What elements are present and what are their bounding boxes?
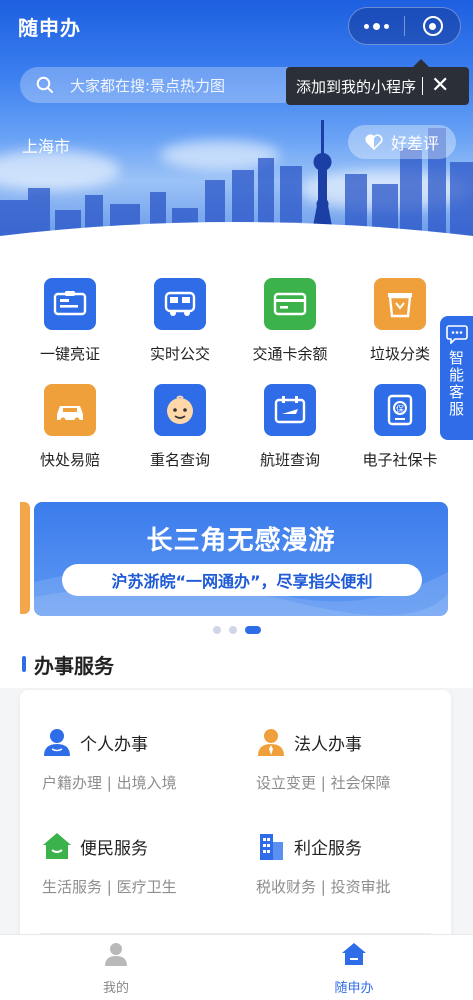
grid-label: 电子社保卡: [362, 451, 438, 469]
tab-label: 我的: [102, 981, 129, 996]
search-icon: [36, 76, 53, 93]
city-label: 上海市: [22, 137, 71, 156]
grid-item-flight[interactable]: 航班查询: [235, 384, 345, 470]
trash-bin-icon: [374, 278, 426, 330]
id-card-icon: [44, 278, 96, 330]
banner-subtitle: 沪苏浙皖“一网通办”，尽享指尖便利: [62, 564, 422, 596]
service-personal[interactable]: 个人办事 户籍办理 | 出境入境: [42, 726, 242, 793]
more-dots-icon[interactable]: [349, 22, 404, 30]
service-legal-person[interactable]: 法人办事 设立变更 | 社会保障: [256, 726, 456, 793]
section-header: 办事服务: [0, 644, 473, 688]
promo-carousel: 长三角无感漫游 沪苏浙皖“一网通办”，尽享指尖便利: [0, 484, 473, 644]
tooltip-divider: [422, 77, 424, 95]
carousel-prev-slide[interactable]: [20, 502, 30, 614]
target-circle-icon[interactable]: [405, 16, 460, 36]
flight-calendar-icon: [264, 384, 316, 436]
grid-label: 交通卡余额: [252, 345, 328, 363]
quick-services-grid: 一键亮证 实时公交 交通卡余额 垃圾分类 快处易赔 重名查询 航班查询 保 电子…: [0, 252, 473, 484]
rating-button[interactable]: 好差评: [348, 125, 456, 159]
bottom-tab-bar: 我的 随申办: [0, 934, 473, 1000]
home-smile-icon: [43, 833, 71, 859]
carousel-dot-active[interactable]: [244, 626, 261, 634]
grid-item-name-query[interactable]: 重名查询: [125, 384, 235, 470]
banner-title: 长三角无感漫游: [146, 526, 336, 556]
grid-label: 航班查询: [259, 451, 320, 469]
service-name: 利企服务: [294, 838, 362, 859]
service-enterprise[interactable]: 利企服务 税收财务 | 投资审批: [256, 830, 456, 897]
tab-home[interactable]: 随申办: [294, 941, 414, 996]
add-to-mini-program-tooltip: 添加到我的小程序 ✕: [286, 59, 469, 105]
grid-item-garbage[interactable]: 垃圾分类: [345, 278, 455, 364]
service-sub: 生活服务 | 医疗卫生: [42, 878, 177, 896]
svg-text:保: 保: [396, 404, 404, 414]
grid-item-social-security[interactable]: 保 电子社保卡: [345, 384, 455, 470]
service-name: 便民服务: [80, 838, 148, 859]
service-categories-card: 个人办事 户籍办理 | 出境入境 法人办事 设立变更 | 社会保障 便民服务 生…: [20, 690, 451, 946]
search-bar[interactable]: 大家都在搜:景点热力图: [20, 67, 320, 103]
tab-label: 随申办: [334, 981, 374, 996]
grid-label: 一键亮证: [39, 345, 100, 363]
grid-item-accident[interactable]: 快处易赔: [15, 384, 125, 470]
baby-face-icon: [154, 384, 206, 436]
bus-icon: [154, 278, 206, 330]
social-security-card-icon: 保: [374, 384, 426, 436]
close-icon[interactable]: ✕: [431, 75, 449, 97]
hero-wave: [0, 222, 473, 252]
home-icon: [342, 943, 366, 965]
grid-item-id-card[interactable]: 一键亮证: [15, 278, 125, 364]
section-accent-bar: [22, 656, 26, 672]
service-sub: 户籍办理 | 出境入境: [42, 774, 177, 792]
grid-label: 重名查询: [149, 451, 210, 469]
grid-label: 快处易赔: [39, 451, 100, 469]
grid-item-transit-card[interactable]: 交通卡余额: [235, 278, 345, 364]
tooltip-text: 添加到我的小程序: [296, 77, 417, 96]
service-name: 个人办事: [80, 734, 148, 755]
user-icon: [105, 943, 127, 966]
carousel-slide[interactable]: 长三角无感漫游 沪苏浙皖“一网通办”，尽享指尖便利: [34, 502, 448, 616]
carousel-indicators: [0, 626, 473, 634]
search-placeholder: 大家都在搜:景点热力图: [70, 76, 226, 95]
heart-half-icon: [365, 134, 383, 150]
service-sub: 税收财务 | 投资审批: [256, 878, 391, 896]
smart-customer-service-button[interactable]: 智能客服: [440, 316, 473, 440]
tab-mine[interactable]: 我的: [56, 941, 176, 996]
rating-label: 好差评: [390, 134, 439, 153]
business-person-icon: [258, 729, 284, 756]
chat-bubble-icon: [445, 325, 468, 344]
building-icon: [260, 834, 283, 860]
car-accident-icon: [44, 384, 96, 436]
card-icon: [264, 278, 316, 330]
service-name: 法人办事: [294, 734, 362, 755]
hero-banner: 随申办 大家都在搜:景点热力图 添加到我的小程序 ✕ 上海市 好差评: [0, 0, 473, 252]
side-service-label: 智能客服: [447, 350, 465, 418]
person-icon: [44, 729, 70, 756]
grid-item-bus[interactable]: 实时公交: [125, 278, 235, 364]
app-title: 随申办: [18, 16, 81, 40]
mini-program-capsule: [348, 7, 461, 45]
carousel-dot[interactable]: [228, 626, 237, 634]
service-convenience[interactable]: 便民服务 生活服务 | 医疗卫生: [42, 830, 242, 897]
grid-label: 实时公交: [149, 345, 210, 363]
section-title: 办事服务: [34, 654, 114, 678]
grid-label: 垃圾分类: [369, 345, 430, 363]
service-sub: 设立变更 | 社会保障: [256, 774, 391, 792]
carousel-dot[interactable]: [212, 626, 221, 634]
